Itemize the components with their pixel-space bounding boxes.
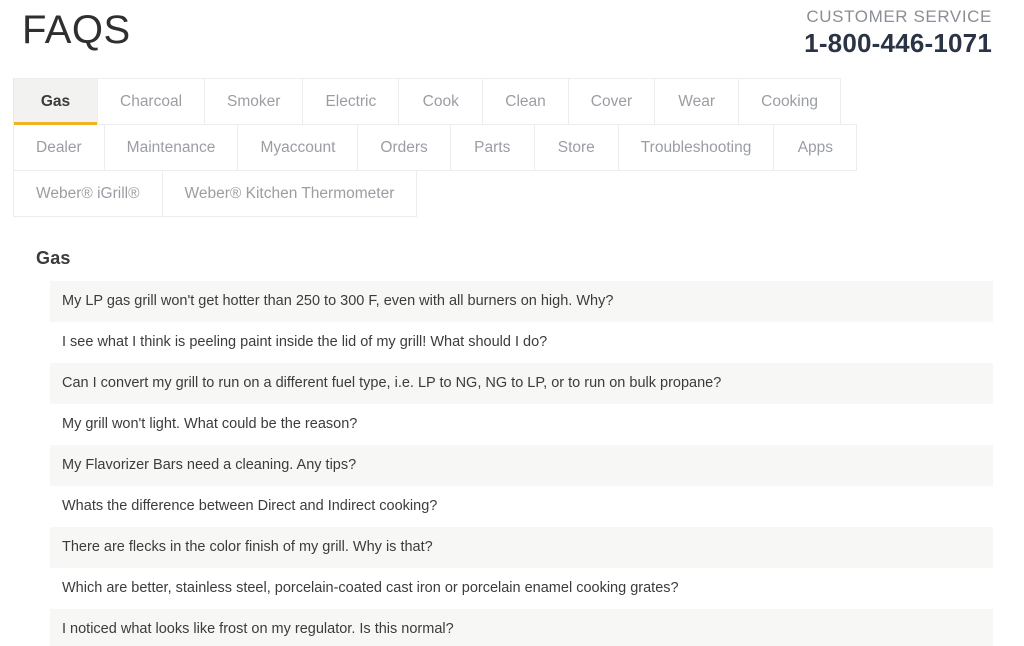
faq-question-link[interactable]: My LP gas grill won't get hotter than 25… — [62, 292, 613, 311]
page-title: FAQS — [22, 8, 131, 52]
tab-apps[interactable]: Apps — [773, 125, 858, 170]
faq-question-link[interactable]: I see what I think is peeling paint insi… — [62, 333, 547, 352]
faq-page: FAQS CUSTOMER SERVICE 1-800-446-1071 Gas… — [0, 0, 1024, 646]
tab-myaccount[interactable]: Myaccount — [237, 125, 358, 170]
tab-weber-igrill[interactable]: Weber® iGrill® — [13, 171, 162, 216]
faq-question-link[interactable]: My Flavorizer Bars need a cleaning. Any … — [62, 456, 356, 475]
faq-question-link[interactable]: Can I convert my grill to run on a diffe… — [62, 374, 721, 393]
page-header: FAQS CUSTOMER SERVICE 1-800-446-1071 — [0, 0, 1024, 78]
tab-row-3: Weber® iGrill® Weber® Kitchen Thermometer — [13, 170, 418, 217]
tab-gas[interactable]: Gas — [13, 79, 97, 125]
faq-question-link[interactable]: My grill won't light. What could be the … — [62, 415, 357, 434]
tab-wear[interactable]: Wear — [654, 79, 739, 124]
faq-row[interactable]: I noticed what looks like frost on my re… — [50, 609, 993, 646]
tab-weber-kitchen-thermometer[interactable]: Weber® Kitchen Thermometer — [161, 171, 418, 216]
faq-row[interactable]: I see what I think is peeling paint insi… — [50, 322, 993, 363]
tab-charcoal[interactable]: Charcoal — [97, 79, 205, 124]
tab-electric[interactable]: Electric — [302, 79, 399, 124]
tab-clean[interactable]: Clean — [482, 79, 568, 124]
tab-store[interactable]: Store — [533, 125, 618, 170]
tab-parts[interactable]: Parts — [449, 125, 534, 170]
faq-row[interactable]: My LP gas grill won't get hotter than 25… — [50, 281, 993, 322]
faq-row[interactable]: Can I convert my grill to run on a diffe… — [50, 363, 993, 404]
tab-dealer[interactable]: Dealer — [13, 125, 104, 170]
faq-row[interactable]: There are flecks in the color finish of … — [50, 527, 993, 568]
tab-smoker[interactable]: Smoker — [204, 79, 303, 124]
faq-question-link[interactable]: There are flecks in the color finish of … — [62, 538, 433, 557]
faq-row[interactable]: My Flavorizer Bars need a cleaning. Any … — [50, 445, 993, 486]
tab-cover[interactable]: Cover — [567, 79, 655, 124]
faq-question-link[interactable]: Which are better, stainless steel, porce… — [62, 579, 679, 598]
customer-service-phone[interactable]: 1-800-446-1071 — [804, 28, 992, 59]
faq-row[interactable]: My grill won't light. What could be the … — [50, 404, 993, 445]
faq-question-link[interactable]: I noticed what looks like frost on my re… — [62, 620, 454, 639]
tab-row-1: Gas Charcoal Smoker Electric Cook Clean Cover W… — [13, 78, 841, 125]
tab-row-2: Dealer Maintenance Myaccount Orders Parts Sto… — [13, 124, 858, 171]
section-title: Gas — [36, 248, 71, 268]
faq-list: My LP gas grill won't get hotter than 25… — [50, 281, 993, 646]
category-tabs: Gas Charcoal Smoker Electric Cook Clean Cover W… — [0, 78, 1024, 217]
customer-service-block: CUSTOMER SERVICE 1-800-446-1071 — [804, 6, 992, 59]
tab-maintenance[interactable]: Maintenance — [103, 125, 238, 170]
faq-row[interactable]: Whats the difference between Direct and … — [50, 486, 993, 527]
tab-troubleshooting[interactable]: Troubleshooting — [617, 125, 774, 170]
faq-row[interactable]: Which are better, stainless steel, porce… — [50, 568, 993, 609]
tab-cooking[interactable]: Cooking — [738, 79, 841, 124]
tab-cook[interactable]: Cook — [398, 79, 483, 124]
tab-orders[interactable]: Orders — [357, 125, 450, 170]
faq-question-link[interactable]: Whats the difference between Direct and … — [62, 497, 437, 516]
customer-service-label: CUSTOMER SERVICE — [806, 7, 992, 26]
